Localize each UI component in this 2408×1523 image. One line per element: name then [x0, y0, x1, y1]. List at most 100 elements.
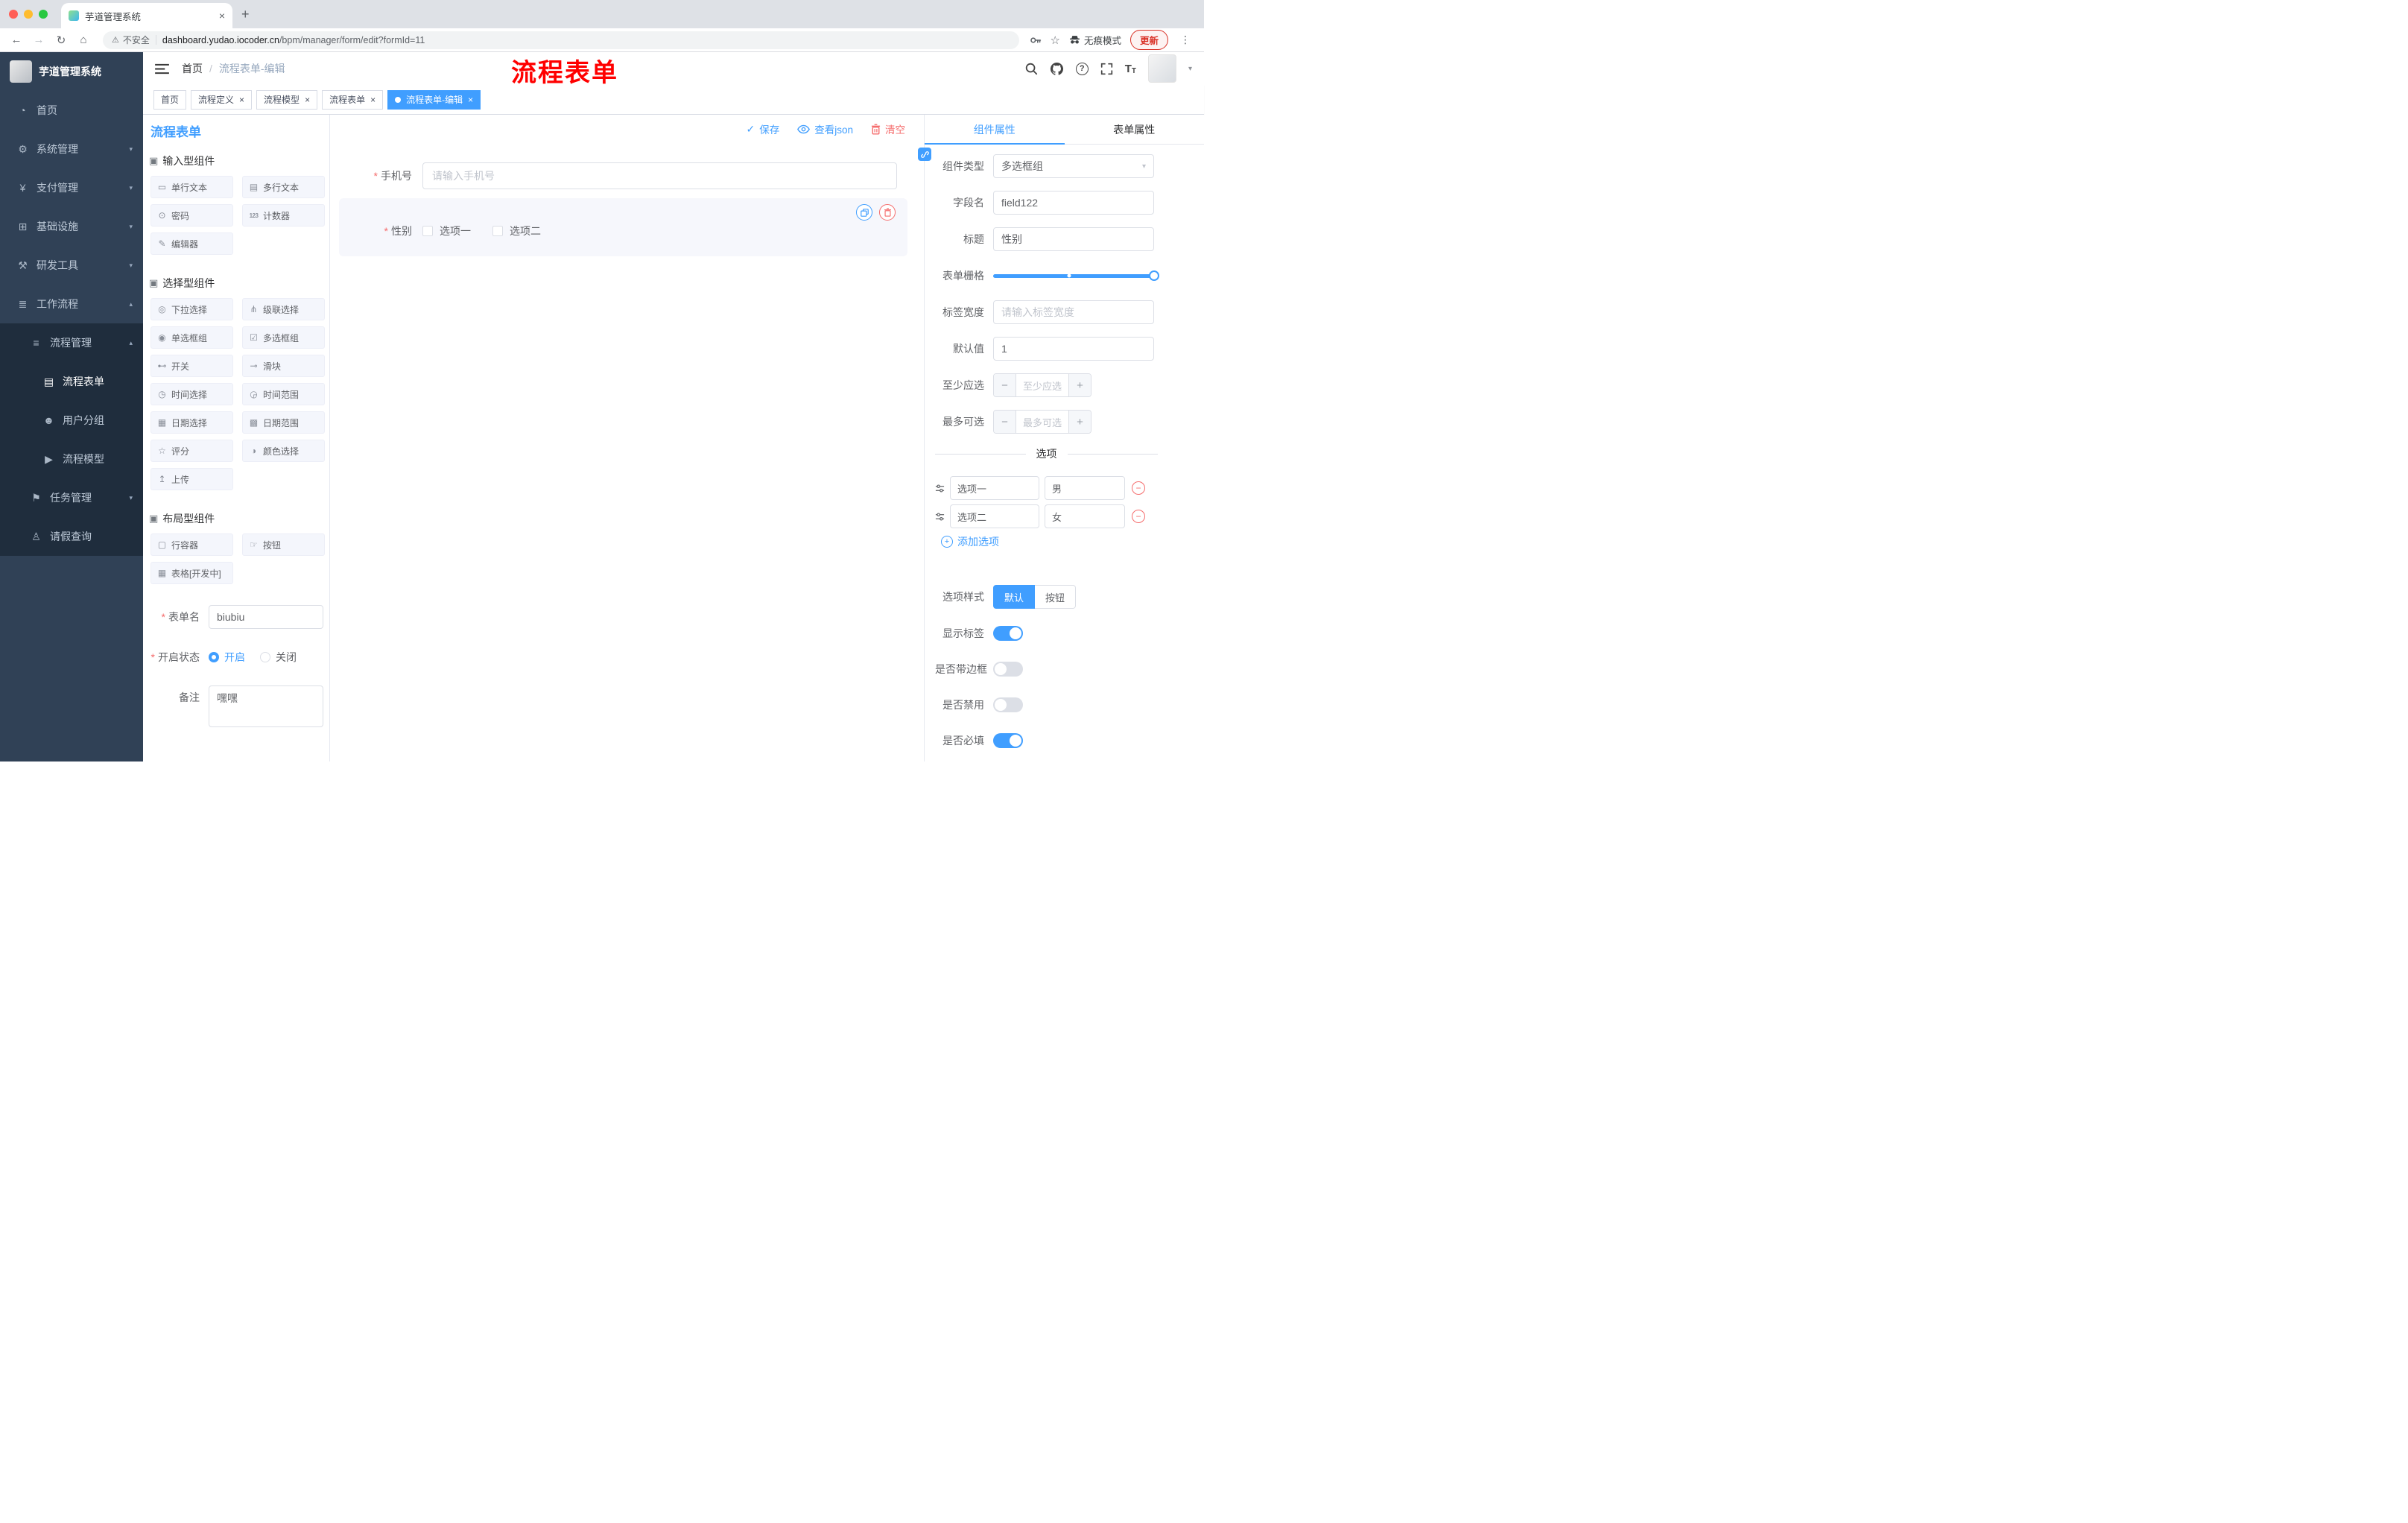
- copy-component-button[interactable]: [856, 204, 872, 221]
- option-label-input[interactable]: [950, 504, 1039, 528]
- tab-component-props[interactable]: 组件属性: [925, 115, 1065, 145]
- border-toggle[interactable]: [993, 662, 1023, 677]
- palette-item-cascader[interactable]: ⋔ 级联选择: [242, 298, 325, 320]
- checkbox-icon[interactable]: [492, 226, 503, 236]
- address-bar[interactable]: ⚠ 不安全 dashboard.yudao.iocoder.cn /bpm/ma…: [103, 31, 1019, 49]
- tag-process-definition[interactable]: 流程定义 ×: [191, 89, 253, 110]
- phone-field-row[interactable]: 手机号: [339, 162, 915, 189]
- fullscreen-icon[interactable]: [1100, 63, 1113, 75]
- browser-menu-icon[interactable]: ⋮: [1177, 34, 1194, 46]
- decrease-button[interactable]: −: [994, 374, 1016, 396]
- sidebar-item-payment[interactable]: ¥ 支付管理 ▾: [0, 168, 143, 207]
- phone-field-input[interactable]: [422, 162, 897, 189]
- view-json-button[interactable]: 查看json: [797, 121, 853, 136]
- palette-item-radio-group[interactable]: ◉ 单选框组: [150, 326, 233, 349]
- font-size-icon[interactable]: TT: [1125, 63, 1136, 75]
- checkbox-icon[interactable]: [422, 226, 433, 236]
- component-type-select[interactable]: 多选框组 ▾: [993, 154, 1154, 178]
- default-value-input[interactable]: [993, 337, 1154, 361]
- gender-option-2[interactable]: 选项二: [492, 224, 541, 238]
- bookmark-star-icon[interactable]: ☆: [1051, 34, 1060, 47]
- form-name-input[interactable]: [209, 605, 323, 629]
- disabled-toggle[interactable]: [993, 697, 1023, 712]
- palette-item-multiline-text[interactable]: ▤ 多行文本: [242, 176, 325, 198]
- drag-handle-icon[interactable]: [935, 484, 945, 493]
- github-icon[interactable]: [1050, 62, 1064, 76]
- sidebar-item-devtools[interactable]: ⚒ 研发工具 ▾: [0, 246, 143, 285]
- home-button[interactable]: ⌂: [75, 34, 92, 46]
- palette-item-color-picker[interactable]: ◑ 颜色选择: [242, 440, 325, 462]
- delete-component-button[interactable]: [879, 204, 896, 221]
- option-value-input[interactable]: [1045, 504, 1125, 528]
- help-icon[interactable]: ?: [1075, 62, 1089, 75]
- tag-close-icon[interactable]: ×: [370, 95, 376, 105]
- stepper-placeholder[interactable]: 至少应选: [1016, 374, 1068, 396]
- gender-option-1[interactable]: 选项一: [422, 224, 471, 238]
- save-button[interactable]: ✓ 保存: [747, 121, 780, 136]
- palette-item-date-picker[interactable]: ▦ 日期选择: [150, 411, 233, 434]
- palette-item-slider[interactable]: ⊸ 滑块: [242, 355, 325, 377]
- collapse-sidebar-icon[interactable]: [155, 63, 169, 75]
- palette-item-switch[interactable]: ⊷ 开关: [150, 355, 233, 377]
- back-button[interactable]: ←: [7, 34, 25, 46]
- forward-button[interactable]: →: [30, 34, 48, 46]
- tab-form-props[interactable]: 表单属性: [1065, 115, 1205, 144]
- palette-item-upload[interactable]: ↥ 上传: [150, 468, 233, 490]
- sidebar-item-home[interactable]: ◔ 首页: [0, 91, 143, 130]
- sidebar-item-task-management[interactable]: ⚑ 任务管理 ▾: [0, 478, 143, 517]
- tag-process-form-edit[interactable]: 流程表单-编辑 ×: [387, 89, 481, 110]
- status-radio-off[interactable]: 关闭: [260, 650, 297, 665]
- decrease-button[interactable]: −: [994, 411, 1016, 433]
- increase-button[interactable]: +: [1068, 411, 1091, 433]
- style-default-button[interactable]: 默认: [993, 585, 1036, 609]
- palette-item-time-picker[interactable]: ◷ 时间选择: [150, 383, 233, 405]
- tag-process-form[interactable]: 流程表单 ×: [322, 89, 384, 110]
- remove-option-icon[interactable]: −: [1132, 510, 1145, 523]
- label-width-input[interactable]: [993, 300, 1154, 324]
- update-button[interactable]: 更新: [1129, 30, 1168, 50]
- reload-button[interactable]: ↻: [52, 34, 70, 47]
- tag-close-icon[interactable]: ×: [239, 95, 244, 105]
- palette-item-table[interactable]: ▦ 表格[开发中]: [150, 562, 233, 584]
- sidebar-item-process-management[interactable]: ≡ 流程管理 ▴: [0, 323, 143, 362]
- show-label-toggle[interactable]: [993, 626, 1023, 641]
- title-input[interactable]: [993, 227, 1154, 251]
- palette-item-password[interactable]: ⊙ 密码: [150, 204, 233, 227]
- maximize-window-button[interactable]: [39, 10, 48, 19]
- remove-option-icon[interactable]: −: [1132, 481, 1145, 495]
- avatar-caret-icon[interactable]: ▾: [1188, 65, 1192, 73]
- tag-process-model[interactable]: 流程模型 ×: [256, 89, 318, 110]
- clear-button[interactable]: 清空: [871, 121, 905, 136]
- palette-item-editor[interactable]: ✎ 编辑器: [150, 232, 233, 255]
- breadcrumb-home[interactable]: 首页: [182, 61, 203, 76]
- minimize-window-button[interactable]: [24, 10, 33, 19]
- palette-item-button[interactable]: ☞ 按钮: [242, 533, 325, 556]
- style-button-button[interactable]: 按钮: [1035, 585, 1077, 609]
- sidebar-item-user-group[interactable]: ☻ 用户分组: [0, 401, 143, 440]
- sidebar-item-system[interactable]: ⚙ 系统管理 ▾: [0, 130, 143, 168]
- sidebar-item-process-model[interactable]: ▶ 流程模型: [0, 440, 143, 478]
- palette-item-select[interactable]: ◎ 下拉选择: [150, 298, 233, 320]
- sidebar-item-workflow[interactable]: ≣ 工作流程 ▴: [0, 285, 143, 323]
- sidebar-item-infrastructure[interactable]: ⊞ 基础设施 ▾: [0, 207, 143, 246]
- sidebar-item-leave-query[interactable]: ♙ 请假查询: [0, 517, 143, 556]
- form-remark-textarea[interactable]: 嘿嘿: [209, 685, 323, 727]
- palette-item-single-line-text[interactable]: ▭ 单行文本: [150, 176, 233, 198]
- option-value-input[interactable]: [1045, 476, 1125, 500]
- palette-item-counter[interactable]: 123 计数器: [242, 204, 325, 227]
- search-icon[interactable]: [1024, 62, 1038, 75]
- link-icon[interactable]: [918, 148, 931, 161]
- tag-home[interactable]: 首页: [153, 89, 187, 110]
- stepper-placeholder[interactable]: 最多可选: [1016, 411, 1068, 433]
- palette-item-row-container[interactable]: ▢ 行容器: [150, 533, 233, 556]
- palette-item-rate[interactable]: ☆ 评分: [150, 440, 233, 462]
- key-icon[interactable]: [1030, 34, 1042, 46]
- increase-button[interactable]: +: [1068, 374, 1091, 396]
- status-radio-on[interactable]: 开启: [209, 650, 245, 665]
- tag-close-icon[interactable]: ×: [468, 95, 473, 105]
- tab-close-icon[interactable]: ×: [219, 10, 225, 22]
- required-toggle[interactable]: [993, 733, 1023, 748]
- form-grid-slider[interactable]: [993, 270, 1159, 281]
- slider-handle[interactable]: [1149, 270, 1159, 281]
- add-option-button[interactable]: + 添加选项: [941, 534, 1158, 549]
